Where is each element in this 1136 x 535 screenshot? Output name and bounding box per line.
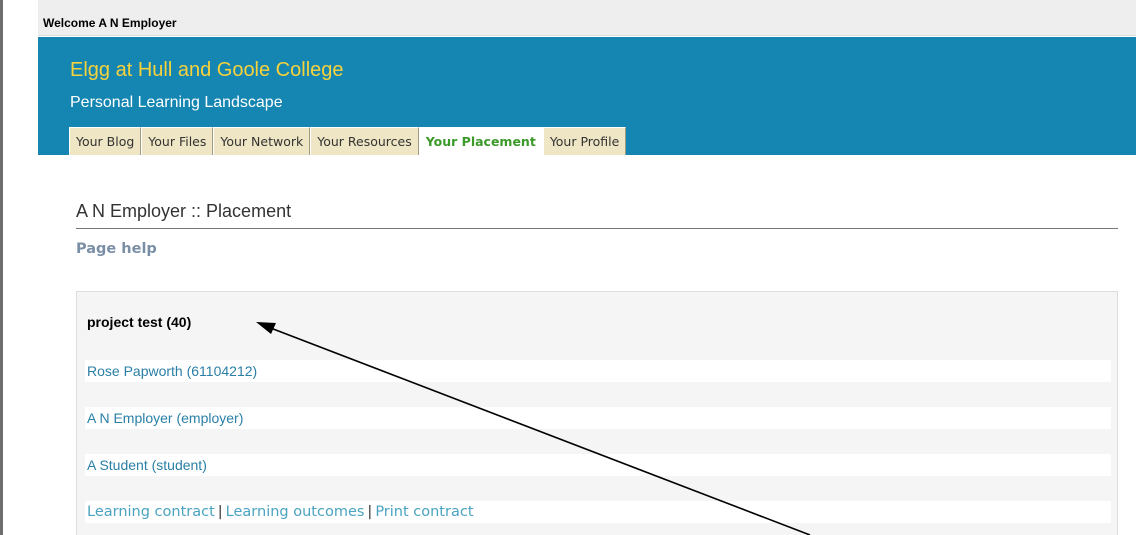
tab-your-resources[interactable]: Your Resources [310, 127, 419, 156]
tab-bar: Your Blog Your Files Your Network Your R… [69, 127, 627, 157]
project-panel: project test (40) Rose Papworth (6110421… [76, 291, 1118, 535]
learning-outcomes-link[interactable]: Learning outcomes [226, 504, 365, 520]
list-item: A Student (student) [85, 454, 1111, 476]
learning-contract-link[interactable]: Learning contract [87, 504, 215, 520]
link-separator: | [367, 504, 373, 520]
list-item: Rose Papworth (61104212) [85, 360, 1111, 382]
page: Welcome A N Employer Elgg at Hull and Go… [0, 0, 1136, 535]
site-title[interactable]: Elgg at Hull and Goole College [70, 59, 344, 82]
member-link-student[interactable]: A Student (student) [87, 457, 207, 473]
list-item: A N Employer (employer) [85, 407, 1111, 429]
tab-your-placement[interactable]: Your Placement [418, 127, 543, 157]
link-separator: | [217, 504, 223, 520]
member-link-employer[interactable]: A N Employer (employer) [87, 410, 243, 426]
main-content: A N Employer :: Placement Page help proj… [38, 155, 1136, 535]
title-divider [76, 228, 1118, 229]
welcome-bar: Welcome A N Employer [38, 0, 1136, 36]
page-title: A N Employer :: Placement [76, 201, 292, 221]
member-link-rose-papworth[interactable]: Rose Papworth (61104212) [87, 363, 257, 379]
left-border [0, 0, 3, 535]
project-title: project test (40) [87, 314, 192, 330]
page-help-link[interactable]: Page help [76, 241, 157, 257]
tab-your-profile[interactable]: Your Profile [542, 127, 627, 156]
tab-your-blog[interactable]: Your Blog [69, 127, 142, 156]
welcome-text: Welcome A N Employer [43, 16, 177, 30]
site-banner: Elgg at Hull and Goole College Personal … [38, 37, 1136, 157]
site-subtitle: Personal Learning Landscape [70, 94, 283, 111]
contract-links: Learning contract | Learning outcomes | Prin… [87, 504, 474, 520]
tab-your-files[interactable]: Your Files [141, 127, 214, 156]
print-contract-link[interactable]: Print contract [375, 504, 473, 520]
tab-your-network[interactable]: Your Network [213, 127, 311, 156]
